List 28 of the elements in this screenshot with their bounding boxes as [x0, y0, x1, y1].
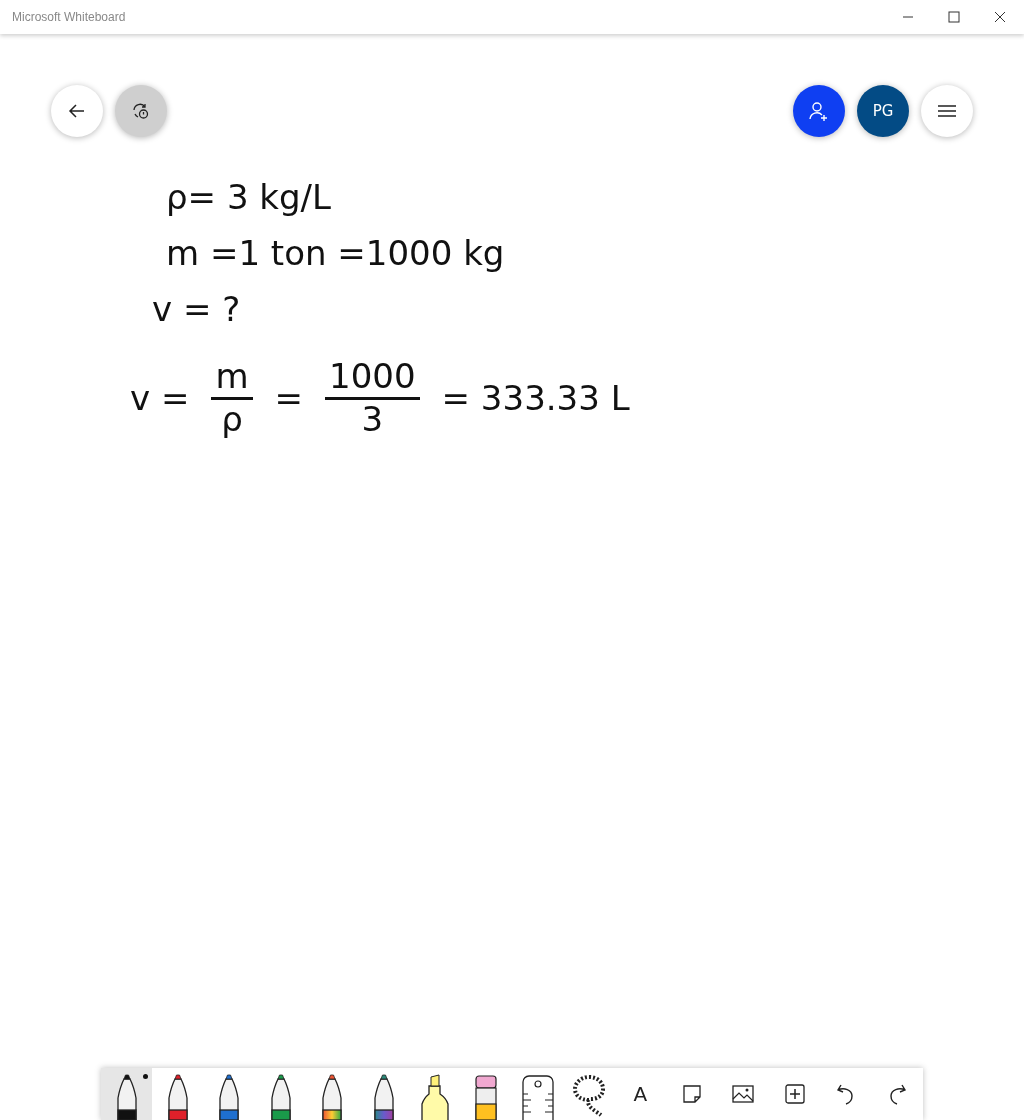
handwritten-text: ρ: [220, 401, 244, 438]
handwritten-text: 3: [360, 401, 385, 438]
tool-button[interactable]: [101, 1068, 153, 1120]
redo-icon: [887, 1083, 908, 1105]
image-icon: [732, 1085, 755, 1103]
handwritten-text: v = ?: [152, 289, 241, 329]
add-icon: [784, 1084, 805, 1104]
avatar-button[interactable]: PG: [857, 85, 909, 137]
undo-icon: [835, 1083, 856, 1105]
add-person-icon: [808, 100, 830, 122]
handwritten-text: 1000: [328, 359, 417, 395]
sticky-note-icon: [681, 1084, 702, 1104]
handwritten-text: = 333.33 L: [441, 378, 630, 419]
sync-button[interactable]: [115, 85, 167, 137]
handwritten-text: ρ= 3 kg/L: [166, 177, 331, 217]
back-button[interactable]: [51, 85, 103, 137]
eraser-icon: [473, 1074, 500, 1120]
handwritten-text: =: [274, 378, 304, 419]
tool-button[interactable]: A: [614, 1068, 667, 1120]
invite-button[interactable]: [793, 85, 845, 137]
handwritten-text: v =: [130, 378, 190, 419]
menu-button[interactable]: [921, 85, 973, 137]
close-icon[interactable]: [994, 11, 1006, 23]
window-title: Microsoft Whiteboard: [12, 10, 126, 24]
handwritten-text: m: [214, 359, 250, 395]
sync-icon: [131, 101, 151, 121]
handwritten-text: m =1 ton =1000 kg: [166, 233, 505, 273]
maximize-icon[interactable]: [948, 11, 960, 23]
